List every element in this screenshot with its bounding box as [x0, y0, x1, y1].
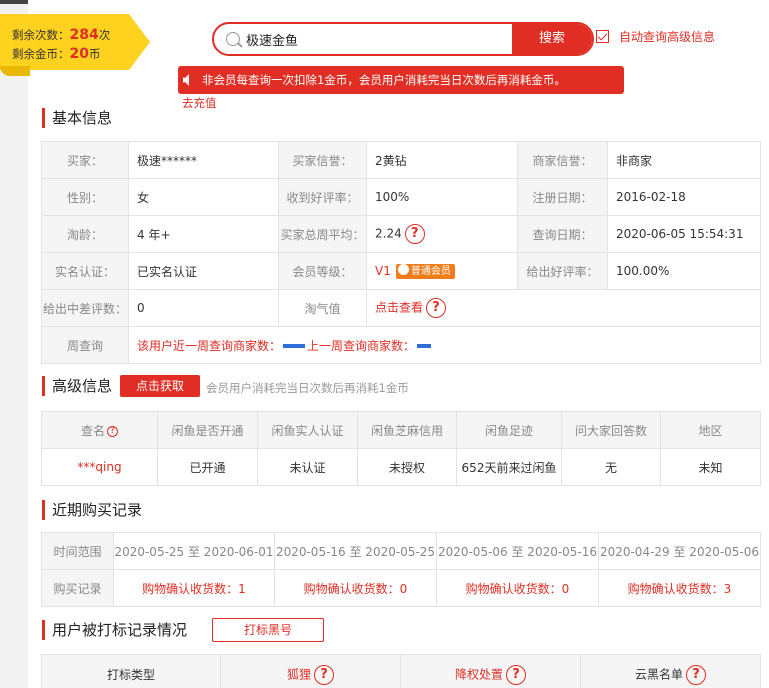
basic-info-table: 买家： 极速****** 买家信誉： 2黄钻 商家信誉： 非商家 性别： 女 收… [41, 141, 761, 364]
help-icon[interactable]: ? [426, 298, 447, 318]
recharge-link[interactable]: 去充值 [182, 95, 217, 111]
table-row: ***qing 已开通 未认证 未授权 652天前来过闲鱼 无 未知 [41, 448, 761, 486]
notice-bar: 非会员每查询一次扣除1金币，会员用户消耗完当日次数后再消耗金币。 [178, 66, 624, 94]
table-row: 买家： 极速****** 买家信誉： 2黄钻 商家信誉： 非商家 [41, 141, 761, 179]
masked-value [417, 344, 432, 348]
quota-tag: 剩余次数：284次 剩余金币：20币 [0, 14, 150, 70]
member-badge: 普通会员 [395, 263, 455, 279]
taoqi-label: 淘气值 [278, 289, 367, 327]
table-row: 性别： 女 收到好评率： 100% 注册日期： 2016-02-18 [41, 178, 761, 216]
advanced-note: 会员用户消耗完当日次数后再消耗1金币 [206, 381, 409, 395]
table-row: 打标类型 狐狸? 降权处置? 云黑名单? [41, 654, 761, 688]
search-icon [226, 32, 240, 46]
advanced-info-table: 查名? 闲鱼是否开通 闲鱼实人认证 闲鱼芝麻信用 闲鱼足迹 问大家回答数 地区 … [41, 411, 761, 486]
notice-text: 非会员每查询一次扣除1金币，会员用户消耗完当日次数后再消耗金币。 [202, 73, 566, 87]
help-icon[interactable]: ? [314, 664, 334, 685]
search-input[interactable] [246, 29, 506, 49]
view-taoqi-link[interactable]: 点击查看 [375, 301, 423, 315]
marks-title: 用户被打标记录情况 [42, 620, 187, 640]
quota-tag-curl [0, 66, 30, 76]
table-row: 实名认证： 已实名认证 会员等级： V1 普通会员 给出好评率： 100.00% [41, 252, 761, 290]
advanced-info-title: 高级信息 [42, 376, 112, 396]
coins-remaining: 剩余金币：20币 [12, 46, 101, 62]
get-advanced-button[interactable]: 点击获取 [120, 375, 200, 397]
times-value: 284 [69, 27, 99, 43]
mark-black-button[interactable]: 打标黑号 [212, 618, 324, 642]
auto-query-label[interactable]: 自动查询高级信息 [619, 28, 715, 45]
purchase-title: 近期购买记录 [42, 500, 142, 520]
times-remaining: 剩余次数：284次 [12, 27, 111, 43]
table-row: 淘龄： 4 年+ 买家总周平均： 2.24? 查询日期： 2020-06-05 … [41, 215, 761, 253]
masked-value [283, 344, 306, 348]
help-icon[interactable]: ? [506, 664, 526, 685]
purchase-table: 时间范围 2020-05-25 至 2020-06-01 2020-05-16 … [41, 532, 761, 607]
table-row: 给出中差评数： 0 淘气值 点击查看? [41, 289, 761, 327]
auto-query-checkbox[interactable] [596, 30, 609, 43]
help-icon[interactable]: ? [686, 664, 706, 685]
search-box: 搜索 [212, 22, 594, 56]
marks-table: 打标类型 狐狸? 降权处置? 云黑名单? [41, 654, 761, 688]
help-icon[interactable]: ? [107, 425, 118, 437]
coins-value: 20 [69, 46, 89, 62]
table-row: 周查询 该用户近一周查询商家数： 上一周查询商家数： [41, 326, 761, 364]
help-icon[interactable]: ? [404, 224, 425, 244]
table-row: 时间范围 2020-05-25 至 2020-06-01 2020-05-16 … [41, 532, 761, 570]
search-button[interactable]: 搜索 [512, 24, 592, 54]
speaker-icon [183, 74, 189, 86]
basic-info-title: 基本信息 [42, 108, 112, 128]
check-icon [397, 264, 409, 275]
table-row: 购买记录 购物确认收货数：1 购物确认收货数：0 购物确认收货数：0 购物确认收… [41, 569, 761, 607]
table-header: 查名? 闲鱼是否开通 闲鱼实人认证 闲鱼芝麻信用 闲鱼足迹 问大家回答数 地区 [41, 411, 761, 449]
